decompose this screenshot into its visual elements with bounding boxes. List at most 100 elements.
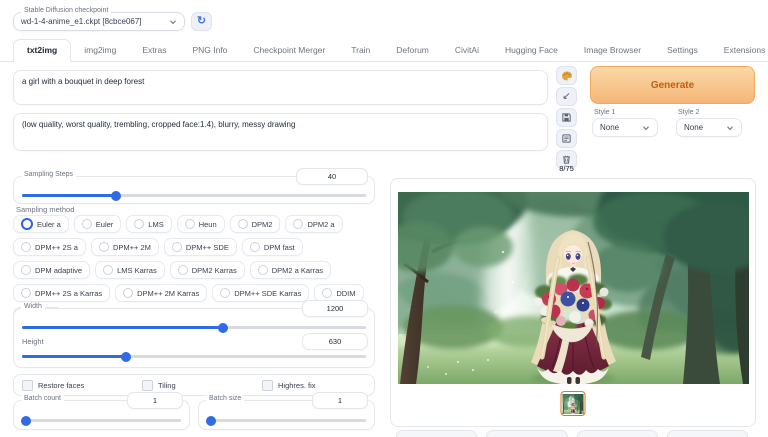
batch-size-input[interactable]: 1 [312,392,368,409]
slider-fill [22,322,228,333]
sampler-option[interactable]: DPM2 Karras [169,261,245,279]
output-actions-row [396,430,748,437]
width-label: Width [21,303,45,310]
sampler-option[interactable]: LMS [126,215,172,233]
sampler-option[interactable]: DPM fast [241,238,303,256]
checkpoint-select[interactable]: Stable Diffusion checkpoint wd-1-4-anime… [13,7,185,31]
checkbox-item[interactable]: Highres. fix [254,379,374,391]
width-input[interactable]: 1200 [302,300,368,317]
tab-label: Settings [667,45,698,55]
sampling-steps-slider[interactable] [22,190,366,201]
checkbox-label: Restore faces [38,380,85,390]
radio-icon [257,265,268,275]
sampler-option[interactable]: DPM adaptive [13,261,91,279]
sampler-label: Euler a [37,219,61,229]
radio-icon [184,219,195,229]
anime-forest-girl-image [562,393,584,414]
output-gallery: × [348,157,768,427]
apply-style-button[interactable] [556,129,577,148]
height-slider[interactable] [22,351,366,362]
tab[interactable]: CivitAi [442,40,492,61]
tab[interactable]: Extensions [711,40,768,61]
sampler-option[interactable]: DPM2 a Karras [249,261,332,279]
partial-button[interactable] [666,430,748,437]
radio-icon [123,288,134,298]
tab-label: Extensions [723,45,766,55]
radio-icon [293,219,304,229]
negative-prompt-input[interactable]: (low quality, worst quality, trembling, … [13,113,548,151]
batch-count-slider[interactable] [21,415,181,426]
slider-thumb[interactable] [206,415,217,426]
partial-button[interactable] [576,430,658,437]
tab[interactable]: Hugging Face [492,40,571,61]
roll-style-button[interactable] [556,66,577,85]
width-slider[interactable] [22,322,366,333]
sampler-option[interactable]: DPM++ 2S a [13,238,86,256]
tab-label: CivitAi [454,45,479,55]
tab[interactable]: txt2img [13,39,72,62]
radio-icon [21,218,33,230]
tab-label: Hugging Face [504,45,558,55]
height-input[interactable]: 630 [302,333,368,350]
sampler-option[interactable]: DPM2 a [285,215,343,233]
sampling-steps-input[interactable]: 40 [296,168,368,185]
save-style-button[interactable] [556,108,577,127]
checkbox-label: Highres. fix [278,380,316,390]
tab[interactable]: Settings [654,40,711,61]
checkpoint-value: wd-1-4-anime_e1.ckpt [8cbce067] [21,17,142,26]
radio-icon [177,265,188,275]
style2-label: Style 2 [678,109,700,116]
tab[interactable]: PNG Info [179,40,240,61]
paste-params-button[interactable]: ↙ [556,87,577,106]
gallery-thumbnail[interactable] [560,391,586,416]
checkbox-item[interactable]: Restore faces [14,379,134,391]
slider-fill [22,190,121,201]
paste-params-icon: ↙ [562,90,571,102]
sampler-option[interactable]: Euler a [13,215,69,233]
slider-thumb[interactable] [21,415,32,426]
partial-button[interactable] [396,430,478,437]
sampler-option[interactable]: DPM++ SDE Karras [212,284,310,302]
tab[interactable]: Train [338,40,383,61]
tab[interactable]: Image Browser [571,40,654,61]
sampler-label: DPM++ SDE [185,242,229,252]
tab[interactable]: Checkpoint Merger [240,40,338,61]
sampler-option[interactable]: DPM++ 2M Karras [115,284,208,302]
sampler-option[interactable]: Heun [176,215,225,233]
radio-icon [98,242,109,252]
sampler-option[interactable]: Euler [73,215,122,233]
sampler-label: DPM2 a Karras [271,265,324,275]
tab[interactable]: Extras [129,40,179,61]
slider-thumb[interactable] [217,322,228,333]
generate-button[interactable]: Generate [590,66,755,104]
tab[interactable]: Deforum [383,40,442,61]
tab[interactable]: img2img [71,40,129,61]
sampling-steps-block: Sampling Steps 40 [13,168,375,204]
sampler-option[interactable]: DPM++ 2S a Karras [13,284,111,302]
style2-select[interactable]: None [676,118,742,137]
sampler-option[interactable]: DPM++ 2M [90,238,159,256]
checkbox-item[interactable]: Tiling [134,379,254,391]
style1-select[interactable]: None [592,118,658,137]
sampler-option[interactable]: DPM2 [229,215,281,233]
batch-count-label: Batch count [21,395,64,402]
batch-count-input[interactable]: 1 [127,392,183,409]
tab-label: PNG Info [192,45,228,55]
prompt-input[interactable]: a girl with a bouquet in deep forest [13,70,548,105]
tab-label: Extras [142,45,167,55]
radio-icon [249,242,260,252]
slider-thumb[interactable] [121,351,132,362]
checkbox-icon [142,379,153,391]
refresh-checkpoint-button[interactable]: ↻ [191,12,212,31]
token-counter: 8/75 [559,164,574,173]
generated-image[interactable] [348,157,768,385]
generate-label: Generate [650,79,695,91]
partial-button[interactable] [486,430,568,437]
palette-icon [561,71,572,80]
sampler-option[interactable]: DPM++ SDE [163,238,237,256]
slider-thumb[interactable] [110,190,121,201]
batch-size-slider[interactable] [206,415,366,426]
sampler-label: DDIM [336,288,356,298]
height-label: Height [22,337,44,346]
sampler-option[interactable]: LMS Karras [95,261,165,279]
